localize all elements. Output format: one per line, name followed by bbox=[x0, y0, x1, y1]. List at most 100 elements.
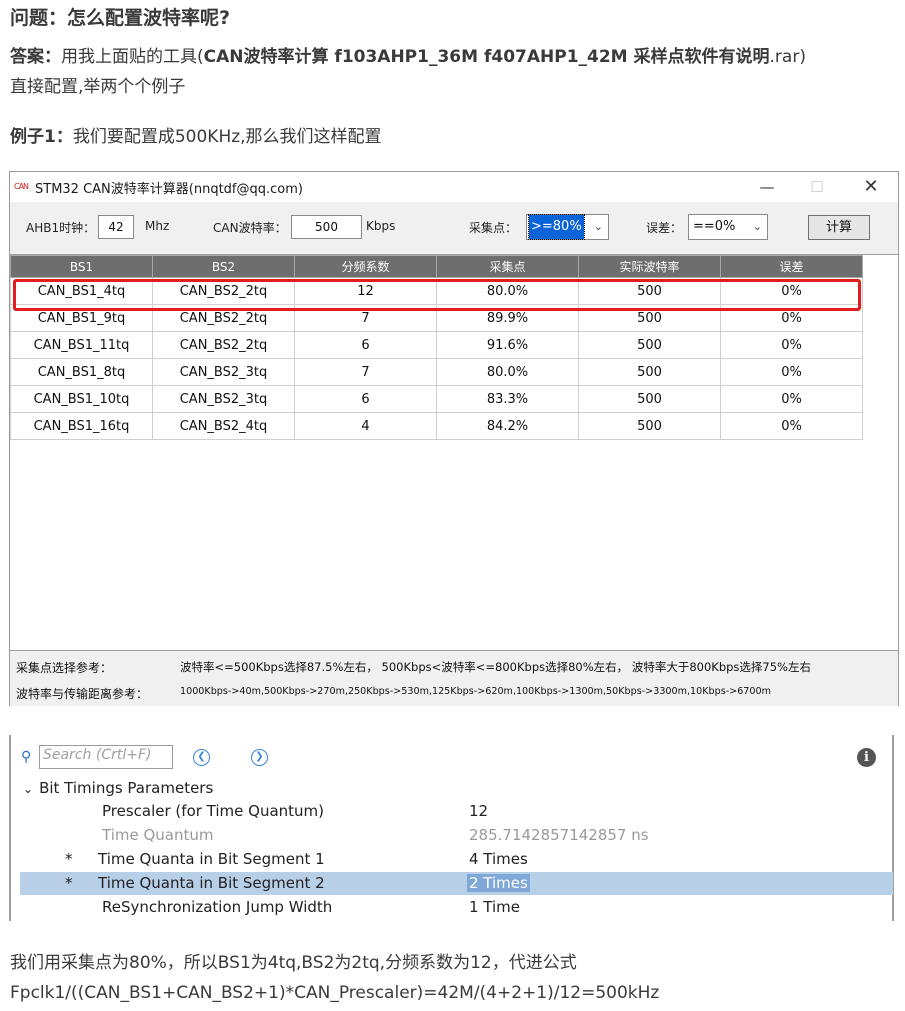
param-value: 12 bbox=[469, 802, 489, 820]
next-icon[interactable]: ❯ bbox=[251, 749, 268, 766]
answer-line2: 直接配置,举两个个例子 bbox=[10, 77, 186, 97]
maximize-button[interactable]: ☐ bbox=[802, 175, 832, 199]
sample-point-select[interactable]: >=80% ⌄ bbox=[526, 214, 609, 240]
ahb-unit: Mhz bbox=[145, 219, 170, 233]
param-value: 4 Times bbox=[469, 850, 528, 868]
answer-text-end: .rar) bbox=[769, 47, 806, 67]
parameter-panel: ⚲ Search (Crtl+F) ❮ ❯ i ⌄ Bit Timings Par… bbox=[9, 735, 894, 921]
baud-label: CAN波特率： bbox=[213, 221, 287, 235]
table-cell[interactable]: 500 bbox=[578, 385, 721, 413]
table-cell[interactable]: 4 bbox=[294, 412, 437, 440]
ref-sample-label: 采集点选择参考： bbox=[16, 661, 113, 675]
param-value[interactable]: 2 Times bbox=[467, 874, 530, 892]
app-logo-icon: CAN bbox=[14, 182, 29, 191]
search-input[interactable]: Search (Crtl+F) bbox=[43, 747, 151, 763]
reference-footer: 采集点选择参考： 波特率<=500Kbps选择87.5%左右， 500Kbps<… bbox=[10, 652, 898, 706]
error-select[interactable]: ==0% ⌄ bbox=[688, 214, 768, 240]
table-cell[interactable]: 7 bbox=[294, 358, 437, 386]
header-row: BS1 BS2 分频系数 采集点 实际波特率 误差 bbox=[10, 255, 863, 278]
table-row[interactable]: CAN_BS1_8tq CAN_BS2_3tq 7 80.0% 500 0% bbox=[10, 358, 863, 386]
param-name: Time Quantum bbox=[102, 826, 214, 844]
results-grid: BS1 BS2 分频系数 采集点 实际波特率 误差 CAN_BS1_4tq CAN… bbox=[10, 254, 898, 651]
ref-distance-label: 波特率与传输距离参考： bbox=[16, 687, 149, 701]
answer-tool-name: CAN波特率计算 f103AHP1_36M f407AHP1_42M 采样点软件… bbox=[203, 47, 770, 67]
table-cell[interactable]: CAN_BS2_4tq bbox=[152, 412, 295, 440]
chevron-down-icon: ⌄ bbox=[23, 782, 34, 796]
param-row-sjw[interactable]: ReSynchronization Jump Width 1 Time bbox=[20, 896, 893, 919]
table-cell[interactable]: 0% bbox=[720, 358, 863, 386]
param-name: Prescaler (for Time Quantum) bbox=[102, 802, 325, 820]
table-cell[interactable]: 84.2% bbox=[436, 412, 579, 440]
example1-label: 例子1： bbox=[10, 127, 73, 147]
param-row-bs1[interactable]: * Time Quanta in Bit Segment 1 4 Times bbox=[20, 848, 893, 871]
error-label: 误差： bbox=[646, 221, 683, 235]
param-row-time-quantum[interactable]: Time Quantum 285.7142857142857 ns bbox=[20, 824, 893, 847]
close-button[interactable]: ✕ bbox=[856, 175, 886, 199]
baud-unit: Kbps bbox=[366, 219, 396, 233]
param-row-prescaler[interactable]: Prescaler (for Time Quantum) 12 bbox=[20, 800, 893, 823]
calculate-button[interactable]: 计算 bbox=[808, 215, 870, 240]
previous-icon[interactable]: ❮ bbox=[193, 749, 210, 766]
param-name: ReSynchronization Jump Width bbox=[102, 898, 333, 916]
column-header[interactable]: 实际波特率 bbox=[578, 255, 721, 278]
table-cell[interactable]: 0% bbox=[720, 331, 863, 359]
minimize-button[interactable]: — bbox=[752, 175, 782, 199]
table-cell[interactable]: 0% bbox=[720, 385, 863, 413]
title-bar: CAN STM32 CAN波特率计算器(nnqtdf@qq.com) — ☐ ✕ bbox=[10, 172, 898, 202]
table-cell[interactable]: CAN_BS1_8tq bbox=[10, 358, 153, 386]
toolbar: AHB1时钟： 42 Mhz CAN波特率： 500 Kbps 采集点： >=8… bbox=[10, 202, 898, 254]
table-cell[interactable]: 500 bbox=[578, 358, 721, 386]
column-header[interactable]: 误差 bbox=[720, 255, 863, 278]
column-header[interactable]: 采集点 bbox=[436, 255, 579, 278]
table-cell[interactable]: 6 bbox=[294, 385, 437, 413]
conclusion-formula: Fpclk1/((CAN_BS1+CAN_BS2+1)*CAN_Prescale… bbox=[10, 983, 660, 1003]
table-cell[interactable]: 91.6% bbox=[436, 331, 579, 359]
error-value: ==0% bbox=[693, 219, 736, 234]
table-cell[interactable]: CAN_BS2_2tq bbox=[152, 331, 295, 359]
param-name: Time Quanta in Bit Segment 1 bbox=[98, 850, 325, 868]
ahb-clock-input[interactable]: 42 bbox=[98, 215, 134, 239]
table-cell[interactable]: 0% bbox=[720, 412, 863, 440]
table-cell[interactable]: 83.3% bbox=[436, 385, 579, 413]
modified-marker: * bbox=[65, 850, 73, 868]
conclusion-line1: 我们用采集点为80%，所以BS1为4tq,BS2为2tq,分频系数为12，代进公… bbox=[10, 953, 577, 973]
table-cell[interactable]: CAN_BS1_11tq bbox=[10, 331, 153, 359]
param-value: 1 Time bbox=[469, 898, 521, 916]
table-cell[interactable]: 80.0% bbox=[436, 358, 579, 386]
table-cell[interactable]: CAN_BS1_10tq bbox=[10, 385, 153, 413]
param-name: Time Quanta in Bit Segment 2 bbox=[98, 874, 325, 892]
example1-paragraph: 例子1：我们要配置成500KHz,那么我们这样配置 bbox=[10, 122, 382, 152]
answer-paragraph: 答案：用我上面贴的工具(CAN波特率计算 f103AHP1_36M f407AH… bbox=[10, 42, 806, 72]
table-row[interactable]: CAN_BS1_10tq CAN_BS2_3tq 6 83.3% 500 0% bbox=[10, 385, 863, 413]
table-row[interactable]: CAN_BS1_11tq CAN_BS2_2tq 6 91.6% 500 0% bbox=[10, 331, 863, 359]
column-header[interactable]: BS2 bbox=[152, 255, 295, 278]
window-title: STM32 CAN波特率计算器(nnqtdf@qq.com) bbox=[35, 182, 303, 197]
answer-text: 用我上面贴的工具( bbox=[61, 47, 204, 67]
ref-sample-text: 波特率<=500Kbps选择87.5%左右， 500Kbps<波特率<=800K… bbox=[180, 660, 811, 674]
chevron-down-icon: ⌄ bbox=[752, 220, 762, 233]
group-bit-timings[interactable]: ⌄ Bit Timings Parameters bbox=[23, 779, 213, 797]
table-cell[interactable]: CAN_BS1_16tq bbox=[10, 412, 153, 440]
column-header[interactable]: 分频系数 bbox=[294, 255, 437, 278]
ahb-label: AHB1时钟： bbox=[26, 221, 96, 235]
table-cell[interactable]: 500 bbox=[578, 412, 721, 440]
column-header[interactable]: BS1 bbox=[10, 255, 153, 278]
table-row[interactable]: CAN_BS1_16tq CAN_BS2_4tq 4 84.2% 500 0% bbox=[10, 412, 863, 440]
answer-label: 答案： bbox=[10, 47, 61, 67]
sample-label: 采集点： bbox=[469, 221, 518, 235]
sample-point-value: >=80% bbox=[528, 214, 585, 240]
table-cell[interactable]: 500 bbox=[578, 331, 721, 359]
table-cell[interactable]: CAN_BS2_3tq bbox=[152, 385, 295, 413]
calculator-window: CAN STM32 CAN波特率计算器(nnqtdf@qq.com) — ☐ ✕… bbox=[9, 171, 899, 706]
table-cell[interactable]: 6 bbox=[294, 331, 437, 359]
highlight-box bbox=[13, 279, 861, 311]
info-icon[interactable]: i bbox=[857, 748, 876, 767]
ref-distance-text: 1000Kbps->40m,500Kbps->270m,250Kbps->530… bbox=[180, 686, 771, 697]
param-row-bs2[interactable]: * Time Quanta in Bit Segment 2 2 Times bbox=[20, 872, 893, 895]
table-cell[interactable]: CAN_BS2_3tq bbox=[152, 358, 295, 386]
param-value: 285.7142857142857 ns bbox=[469, 826, 649, 844]
search-icon: ⚲ bbox=[21, 749, 32, 765]
question-title: 问题：怎么配置波特率呢? bbox=[10, 7, 231, 29]
baud-rate-input[interactable]: 500 bbox=[291, 215, 362, 239]
example1-text: 我们要配置成500KHz,那么我们这样配置 bbox=[72, 127, 382, 147]
